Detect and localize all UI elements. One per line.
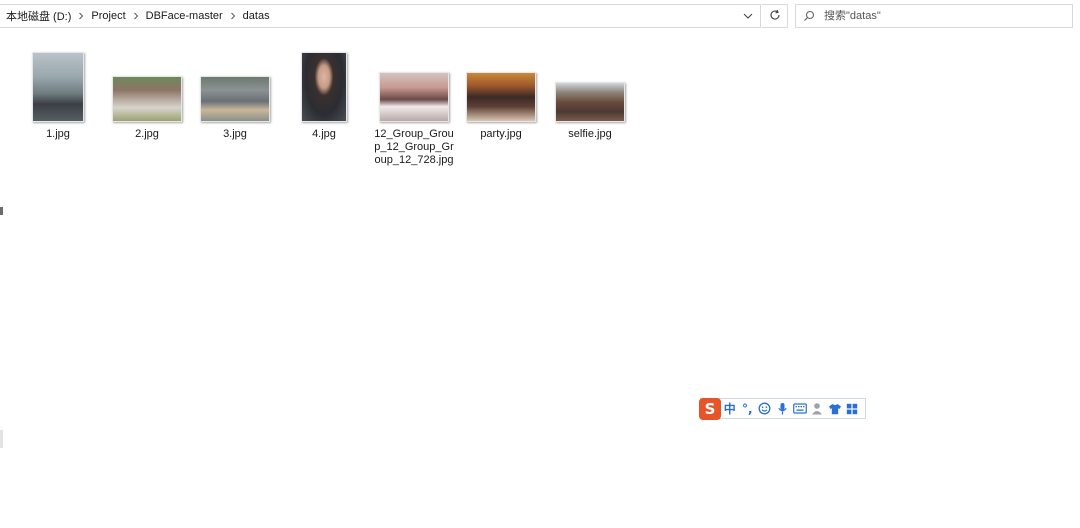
file-item[interactable]: 4.jpg (282, 44, 366, 141)
language-mode-button[interactable]: 中 (721, 399, 739, 418)
thumbnail-image (555, 82, 625, 122)
thumbnail-container (459, 44, 543, 122)
file-name: 4.jpg (312, 128, 336, 140)
chevron-right-icon[interactable] (74, 9, 88, 23)
breadcrumb: 本地磁盘 (D:) Project DBFace-master datas (0, 6, 736, 26)
breadcrumb-dbface-master[interactable]: DBFace-master (143, 8, 226, 24)
navigation-bar: 本地磁盘 (D:) Project DBFace-master datas (0, 0, 1080, 32)
thumbnail-image (301, 52, 347, 122)
toolbox-icon[interactable] (844, 399, 862, 418)
chevron-down-icon[interactable] (736, 5, 760, 27)
file-item[interactable]: party.jpg (459, 44, 543, 141)
thumbnail-image (379, 72, 449, 122)
file-explorer-window: 本地磁盘 (D:) Project DBFace-master datas 搜索… (0, 0, 1080, 528)
breadcrumb-datas[interactable]: datas (240, 8, 273, 24)
ime-toolbar: S 中 °, (699, 397, 866, 420)
keyboard-icon[interactable] (791, 399, 809, 418)
file-list: 1.jpg 2.jpg 3.jpg 4.jpg 12_Group_Group_1 (0, 32, 1080, 528)
thumbnail-container (372, 44, 456, 122)
thumbnail-container (193, 44, 277, 122)
left-edge-marker (0, 207, 3, 215)
file-name: 1.jpg (46, 128, 70, 140)
emoji-icon[interactable] (756, 399, 774, 418)
address-bar[interactable]: 本地磁盘 (D:) Project DBFace-master datas (0, 4, 761, 28)
thumbnail-container (548, 44, 632, 122)
chevron-right-icon[interactable] (226, 9, 240, 23)
search-icon (796, 10, 822, 22)
search-input[interactable] (822, 10, 1056, 22)
file-name: 3.jpg (223, 128, 247, 140)
thumbnail-image (32, 52, 84, 122)
file-name: selfie.jpg (568, 128, 612, 140)
thumbnail-image (466, 72, 536, 122)
file-name: 12_Group_Group_12_Group_Group_12_728.jpg (374, 128, 454, 166)
file-item[interactable]: 1.jpg (16, 44, 100, 141)
chevron-right-icon[interactable] (129, 9, 143, 23)
left-edge-scroll-stub (0, 430, 3, 448)
thumbnail-container (282, 44, 366, 122)
sogou-logo-icon[interactable]: S (699, 397, 721, 420)
user-icon[interactable] (809, 399, 827, 418)
refresh-icon (769, 9, 781, 24)
refresh-button[interactable] (762, 4, 788, 28)
thumbnail-image (200, 76, 270, 122)
search-box[interactable] (795, 4, 1073, 28)
thumbnail-container (105, 44, 189, 122)
punctuation-button[interactable]: °, (739, 399, 757, 418)
file-name: party.jpg (480, 128, 522, 140)
breadcrumb-project[interactable]: Project (88, 8, 128, 24)
thumbnail-image (112, 76, 182, 122)
microphone-icon[interactable] (774, 399, 792, 418)
file-item[interactable]: selfie.jpg (548, 44, 632, 141)
breadcrumb-drive[interactable]: 本地磁盘 (D:) (3, 6, 74, 26)
file-item[interactable]: 12_Group_Group_12_Group_Group_12_728.jpg (372, 44, 456, 167)
file-item[interactable]: 2.jpg (105, 44, 189, 141)
skin-icon[interactable] (826, 399, 844, 418)
file-item[interactable]: 3.jpg (193, 44, 277, 141)
file-name: 2.jpg (135, 128, 159, 140)
thumbnail-container (16, 44, 100, 122)
